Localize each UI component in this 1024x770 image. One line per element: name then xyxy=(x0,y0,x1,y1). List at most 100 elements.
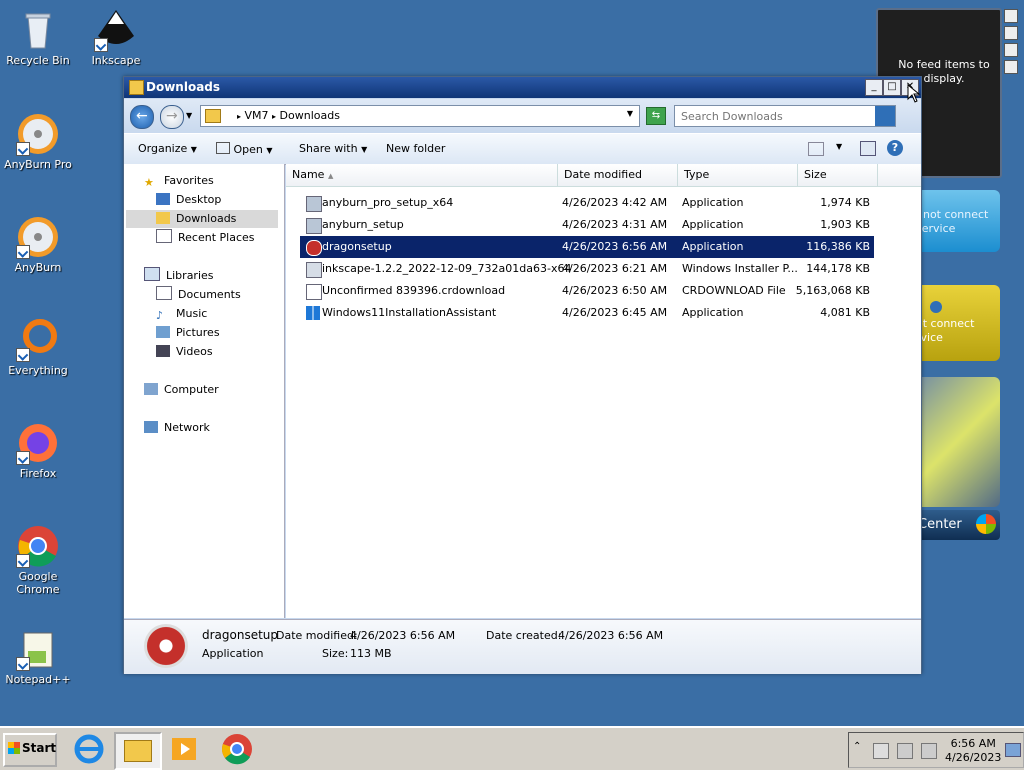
shortcut-arrow-icon xyxy=(16,142,30,156)
nav-documents[interactable]: Documents xyxy=(156,286,241,304)
desktop-icon-everything[interactable]: Everything xyxy=(0,318,78,377)
navigation-pane: ★ Favorites Desktop Downloads Recent Plac… xyxy=(124,164,285,618)
organize-button[interactable]: Organize ▼ xyxy=(138,142,197,155)
dragon-icon xyxy=(144,624,188,668)
windows-logo-icon xyxy=(306,306,320,320)
details-pane: dragonsetup Date modified: 4/26/2023 6:5… xyxy=(124,619,921,674)
weather-gadget[interactable]: nnot connect service xyxy=(912,190,1000,252)
desktop-icon xyxy=(156,193,170,205)
desktop-icon-notepadpp[interactable]: Notepad++ xyxy=(0,627,78,686)
search-box[interactable] xyxy=(674,105,896,127)
maximize-button[interactable]: □ xyxy=(883,79,901,96)
recycle-bin-icon xyxy=(16,8,60,52)
file-row[interactable]: Windows11InstallationAssistant 4/26/2023… xyxy=(300,302,874,324)
nav-pictures[interactable]: Pictures xyxy=(156,324,220,342)
nav-videos[interactable]: Videos xyxy=(156,343,213,361)
column-name[interactable]: Name ▲ xyxy=(286,164,558,186)
breadcrumb-downloads[interactable]: Downloads xyxy=(280,109,340,122)
currency-gadget[interactable]: ot connect rvice xyxy=(912,285,1000,361)
view-dropdown-icon[interactable]: ▼ xyxy=(836,142,842,151)
search-icon[interactable] xyxy=(875,106,895,126)
nav-network[interactable]: Network xyxy=(144,419,210,437)
forward-button[interactable]: → xyxy=(160,105,184,129)
search-input[interactable] xyxy=(677,107,869,125)
refresh-button[interactable]: ⇆ xyxy=(646,107,666,125)
file-row[interactable]: inkscape-1.2.2_2022-12-09_732a01da63-x64… xyxy=(300,258,874,280)
gadget-drag-icon[interactable] xyxy=(1004,60,1018,74)
show-hidden-icons-button[interactable]: ⌃ xyxy=(853,741,861,752)
gadget-options-icon[interactable] xyxy=(1004,43,1018,57)
desktop-icon-anyburn-pro[interactable]: AnyBurn Pro xyxy=(0,112,78,171)
network-icon[interactable] xyxy=(897,743,913,759)
desktop-icon-inkscape[interactable]: Inkscape xyxy=(76,8,156,67)
shortcut-arrow-icon xyxy=(16,348,30,362)
nav-recent-places[interactable]: Recent Places xyxy=(156,229,255,247)
gadget-close-icon[interactable] xyxy=(1004,9,1018,23)
column-type[interactable]: Type xyxy=(678,164,798,186)
nav-favorites[interactable]: ★ Favorites xyxy=(144,172,214,190)
file-row[interactable]: Unconfirmed 839396.crdownload 4/26/2023 … xyxy=(300,280,874,302)
computer-icon xyxy=(144,383,158,395)
desktop-icon-anyburn[interactable]: AnyBurn xyxy=(0,215,78,274)
column-date-modified[interactable]: Date modified xyxy=(558,164,678,186)
windows-logo-icon xyxy=(976,514,996,534)
internet-explorer-icon[interactable] xyxy=(72,732,106,766)
action-center-icon[interactable] xyxy=(873,743,889,759)
file-row-selected[interactable]: dragonsetup 4/26/2023 6:56 AM Applicatio… xyxy=(300,236,874,258)
address-dropdown-icon[interactable]: ▼ xyxy=(627,109,633,118)
back-button[interactable]: ← xyxy=(130,105,154,129)
gadget-toolbar xyxy=(1004,8,1020,77)
column-headers: Name ▲ Date modified Type Size xyxy=(286,164,921,187)
network-icon xyxy=(144,421,158,433)
show-desktop-button[interactable] xyxy=(1005,743,1021,757)
shortcut-arrow-icon xyxy=(94,38,108,52)
new-folder-button[interactable]: New folder xyxy=(386,142,445,155)
firefox-icon xyxy=(16,421,60,465)
dropdown-arrow-icon: ▼ xyxy=(190,145,197,154)
dropdown-arrow-icon: ▼ xyxy=(266,146,273,155)
slideshow-gadget[interactable] xyxy=(912,377,1000,507)
folder-icon xyxy=(205,109,221,123)
title-bar[interactable]: Downloads _ □ ✕ xyxy=(124,77,921,98)
volume-icon[interactable] xyxy=(921,743,937,759)
desktop-icon-firefox[interactable]: Firefox xyxy=(0,421,78,480)
windows-flag-icon xyxy=(8,742,20,754)
desktop-icon-google-chrome[interactable]: Google Chrome xyxy=(0,524,78,596)
nav-computer[interactable]: Computer xyxy=(144,381,219,399)
dragon-icon xyxy=(306,240,322,256)
clock[interactable]: 6:56 AM 4/26/2023 xyxy=(945,737,1001,765)
taskbar: Start ⌃ 6:56 AM 4/26/2023 xyxy=(0,726,1024,770)
breadcrumb-vm7[interactable]: VM7 xyxy=(245,109,269,122)
chrome-icon[interactable] xyxy=(220,732,254,766)
downloads-folder-icon xyxy=(156,212,170,224)
open-button[interactable]: Open ▼ xyxy=(216,142,273,156)
help-icon[interactable]: ? xyxy=(887,140,903,156)
change-view-button[interactable] xyxy=(808,142,824,156)
desktop-icon-recycle-bin[interactable]: Recycle Bin xyxy=(0,8,78,67)
recent-pages-dropdown[interactable]: ▼ xyxy=(186,111,192,120)
file-row[interactable]: anyburn_pro_setup_x64 4/26/2023 4:42 AM … xyxy=(300,192,874,214)
gadget-size-icon[interactable] xyxy=(1004,26,1018,40)
share-with-button[interactable]: Share with ▼ xyxy=(299,142,367,155)
media-player-icon[interactable] xyxy=(168,732,202,766)
recent-places-icon xyxy=(156,229,172,243)
address-field[interactable]: ▸ VM7 ▸ Downloads ▼ xyxy=(200,105,640,127)
system-tray: ⌃ 6:56 AM 4/26/2023 xyxy=(848,732,1024,768)
preview-pane-button[interactable] xyxy=(860,141,876,156)
nav-desktop[interactable]: Desktop xyxy=(156,191,221,209)
anyburn-pro-icon xyxy=(16,112,60,156)
column-size[interactable]: Size xyxy=(798,164,878,186)
inkscape-icon xyxy=(94,8,138,52)
back-arrow-icon: ← xyxy=(136,108,148,124)
installer-icon xyxy=(306,218,322,234)
media-center-gadget[interactable]: Center xyxy=(912,510,1000,540)
nav-music[interactable]: ♪ Music xyxy=(156,305,207,323)
nav-libraries[interactable]: Libraries xyxy=(144,267,214,285)
file-row[interactable]: anyburn_setup 4/26/2023 4:31 AM Applicat… xyxy=(300,214,874,236)
minimize-button[interactable]: _ xyxy=(865,79,883,96)
start-button[interactable]: Start xyxy=(3,733,57,767)
explorer-window[interactable]: Downloads _ □ ✕ ← → ▼ ▸ VM7 ▸ Downloads … xyxy=(123,76,922,674)
nav-downloads[interactable]: Downloads xyxy=(126,210,278,228)
shortcut-arrow-icon xyxy=(16,451,30,465)
explorer-taskbar-button[interactable] xyxy=(114,732,162,770)
